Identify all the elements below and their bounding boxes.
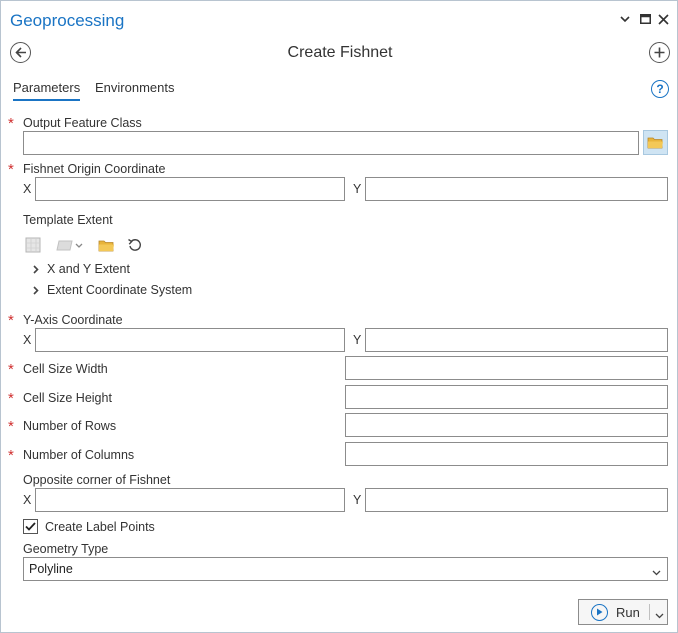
x-label: X: [23, 333, 32, 347]
extent-coordinate-system-label: Extent Coordinate System: [47, 283, 193, 297]
create-label-points-checkbox[interactable]: [23, 519, 38, 534]
run-button-divider: [649, 604, 650, 620]
x-label: X: [23, 493, 32, 507]
plus-circle-icon[interactable]: [649, 42, 670, 63]
tab-parameters[interactable]: Parameters: [13, 80, 81, 101]
required-marker: *: [8, 390, 14, 407]
required-marker: *: [8, 418, 14, 435]
chevron-right-icon: [33, 264, 47, 274]
maximize-icon[interactable]: [637, 11, 653, 27]
run-button[interactable]: Run: [578, 599, 668, 625]
opposite-corner-y-input[interactable]: [365, 488, 668, 512]
create-label-points-label: Create Label Points: [45, 520, 155, 534]
output-feature-class-input[interactable]: [23, 131, 639, 155]
number-of-rows-input[interactable]: [345, 413, 668, 437]
y-label: Y: [353, 182, 362, 196]
geoprocessing-pane: Geoprocessing Create Fishnet Parameters …: [0, 0, 678, 633]
geometry-type-value: Polyline: [29, 562, 73, 576]
number-of-columns-input[interactable]: [345, 442, 668, 466]
geometry-type-select[interactable]: Polyline: [23, 557, 668, 581]
cell-size-width-input[interactable]: [345, 356, 668, 380]
opposite-corner-label: Opposite corner of Fishnet: [23, 473, 171, 487]
y-axis-coordinate-label: Y-Axis Coordinate: [23, 313, 123, 327]
opposite-corner-x-input[interactable]: [35, 488, 345, 512]
pane-title: Geoprocessing: [10, 11, 125, 30]
chevron-down-icon: [652, 565, 661, 579]
cell-size-height-input[interactable]: [345, 385, 668, 409]
tab-environments[interactable]: Environments: [95, 80, 174, 95]
pane-title-bar: Geoprocessing: [1, 1, 677, 39]
help-icon[interactable]: ?: [651, 80, 669, 98]
required-marker: *: [8, 161, 14, 178]
required-marker: *: [8, 115, 14, 132]
y-axis-y-input[interactable]: [365, 328, 668, 352]
extent-grid-icon[interactable]: [23, 235, 43, 255]
x-and-y-extent-label: X and Y Extent: [47, 262, 130, 276]
folder-icon[interactable]: [643, 130, 668, 155]
required-marker: *: [8, 361, 14, 378]
number-of-rows-label: Number of Rows: [23, 419, 117, 433]
fishnet-origin-x-input[interactable]: [35, 177, 345, 201]
checkmark-icon: [25, 522, 36, 531]
y-label: Y: [353, 493, 362, 507]
fishnet-origin-y-input[interactable]: [365, 177, 668, 201]
extent-coordinate-system-expander[interactable]: Extent Coordinate System: [33, 283, 192, 297]
y-axis-x-input[interactable]: [35, 328, 345, 352]
folder-icon[interactable]: [96, 235, 116, 255]
x-and-y-extent-expander[interactable]: X and Y Extent: [33, 262, 130, 276]
run-button-label: Run: [616, 604, 640, 620]
output-feature-class-label: Output Feature Class: [23, 116, 142, 130]
chevron-down-icon[interactable]: [655, 608, 664, 622]
x-label: X: [23, 182, 32, 196]
geometry-type-label: Geometry Type: [23, 542, 109, 556]
required-marker: *: [8, 447, 14, 464]
chevron-right-icon: [33, 285, 47, 295]
chevron-down-icon[interactable]: [617, 11, 633, 27]
number-of-columns-label: Number of Columns: [23, 448, 135, 462]
cell-size-height-label: Cell Size Height: [23, 391, 112, 405]
required-marker: *: [8, 312, 14, 329]
cell-size-width-label: Cell Size Width: [23, 362, 108, 376]
tool-title: Create Fishnet: [287, 44, 393, 61]
layer-dropdown-icon[interactable]: [54, 235, 86, 255]
fishnet-origin-label: Fishnet Origin Coordinate: [23, 162, 166, 176]
reset-icon[interactable]: [125, 235, 145, 255]
template-extent-label: Template Extent: [23, 213, 113, 227]
close-icon[interactable]: [655, 11, 671, 27]
play-icon: [591, 603, 608, 621]
y-label: Y: [353, 333, 362, 347]
